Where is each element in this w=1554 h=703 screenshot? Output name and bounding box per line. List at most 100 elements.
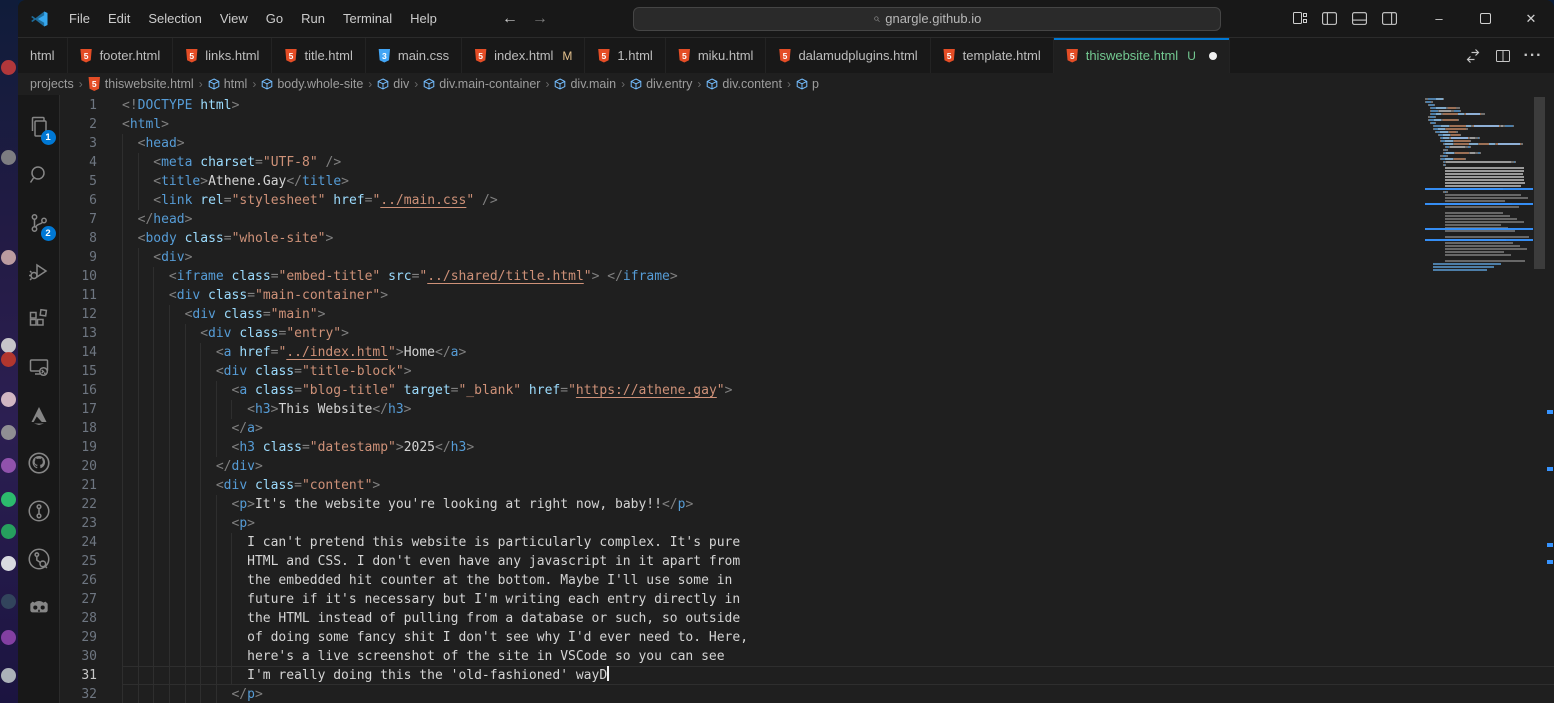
menu-help[interactable]: Help: [401, 7, 446, 30]
line-number[interactable]: 9: [60, 248, 122, 267]
line-number[interactable]: 4: [60, 153, 122, 172]
code-editor[interactable]: 1<!DOCTYPE html>2<html>3<head>4<meta cha…: [60, 95, 1554, 703]
source-control-button[interactable]: 2: [18, 199, 60, 247]
code-line-content[interactable]: future if it's necessary but I'm writing…: [122, 590, 1554, 609]
open-changes-icon[interactable]: [1460, 43, 1486, 69]
tab-1.html[interactable]: 51.html: [585, 38, 665, 73]
code-line-content[interactable]: <div class="content">: [122, 476, 1554, 495]
code-line-content[interactable]: <h3 class="datestamp">2025</h3>: [122, 438, 1554, 457]
run-debug-button[interactable]: [18, 247, 60, 295]
code-line-content[interactable]: of doing some fancy shit I don't see why…: [122, 628, 1554, 647]
menu-file[interactable]: File: [60, 7, 99, 30]
line-number[interactable]: 10: [60, 267, 122, 286]
line-number[interactable]: 2: [60, 115, 122, 134]
line-number[interactable]: 26: [60, 571, 122, 590]
code-line-content[interactable]: <div>: [122, 248, 1554, 267]
code-line-content[interactable]: <a class="blog-title" target="_blank" hr…: [122, 381, 1554, 400]
line-number[interactable]: 12: [60, 305, 122, 324]
line-number[interactable]: 32: [60, 685, 122, 703]
line-number[interactable]: 14: [60, 343, 122, 362]
remote-explorer-button[interactable]: [18, 343, 60, 391]
line-number[interactable]: 21: [60, 476, 122, 495]
breadcrumb-item-div.entry[interactable]: div.entry: [628, 77, 694, 91]
tab-title.html[interactable]: 5title.html: [272, 38, 365, 73]
close-button[interactable]: ✕: [1508, 0, 1554, 38]
line-number[interactable]: 17: [60, 400, 122, 419]
breadcrumb-item-p[interactable]: p: [794, 77, 821, 91]
tab-main.css[interactable]: 3main.css: [366, 38, 462, 73]
line-number[interactable]: 1: [60, 96, 122, 115]
line-number[interactable]: 6: [60, 191, 122, 210]
line-number[interactable]: 20: [60, 457, 122, 476]
code-line-content[interactable]: <p>: [122, 514, 1554, 533]
toggle-panel-icon[interactable]: [1351, 10, 1368, 27]
code-line-content[interactable]: I'm really doing this the 'old-fashioned…: [122, 666, 1554, 685]
toggle-secondary-sidebar-icon[interactable]: [1381, 10, 1398, 27]
tab-dalamudplugins.html[interactable]: 5dalamudplugins.html: [766, 38, 930, 73]
line-number[interactable]: 11: [60, 286, 122, 305]
line-number[interactable]: 15: [60, 362, 122, 381]
line-number[interactable]: 19: [60, 438, 122, 457]
code-line-content[interactable]: <meta charset="UTF-8" />: [122, 153, 1554, 172]
tab-links.html[interactable]: 5links.html: [173, 38, 272, 73]
menu-terminal[interactable]: Terminal: [334, 7, 401, 30]
code-line-content[interactable]: <html>: [122, 115, 1554, 134]
github-button[interactable]: [18, 439, 60, 487]
more-actions-icon[interactable]: ···: [1520, 43, 1546, 69]
command-center-search[interactable]: ⌕ gnargle.github.io: [633, 7, 1221, 31]
breadcrumb-item-div.content[interactable]: div.content: [704, 77, 784, 91]
code-line-content[interactable]: </head>: [122, 210, 1554, 229]
line-number[interactable]: 8: [60, 229, 122, 248]
code-line-content[interactable]: <div class="main-container">: [122, 286, 1554, 305]
line-number[interactable]: 23: [60, 514, 122, 533]
code-line-content[interactable]: <!DOCTYPE html>: [122, 96, 1554, 115]
line-number[interactable]: 3: [60, 134, 122, 153]
code-line-content[interactable]: <body class="whole-site">: [122, 229, 1554, 248]
code-line-content[interactable]: HTML and CSS. I don't even have any java…: [122, 552, 1554, 571]
code-line-content[interactable]: the embedded hit counter at the bottom. …: [122, 571, 1554, 590]
code-line-content[interactable]: <link rel="stylesheet" href="../main.css…: [122, 191, 1554, 210]
breadcrumb-item-html[interactable]: html: [206, 77, 250, 91]
code-line-content[interactable]: </div>: [122, 457, 1554, 476]
code-line-content[interactable]: <p>It's the website you're looking at ri…: [122, 495, 1554, 514]
line-number[interactable]: 25: [60, 552, 122, 571]
customize-layout-icon[interactable]: [1292, 10, 1308, 27]
search-view-button[interactable]: [18, 151, 60, 199]
line-number[interactable]: 27: [60, 590, 122, 609]
code-line-content[interactable]: <div class="title-block">: [122, 362, 1554, 381]
breadcrumb-item-div.main[interactable]: div.main: [552, 77, 618, 91]
code-line-content[interactable]: <title>Athene.Gay</title>: [122, 172, 1554, 191]
line-number[interactable]: 16: [60, 381, 122, 400]
code-line-content[interactable]: <h3>This Website</h3>: [122, 400, 1554, 419]
line-number[interactable]: 5: [60, 172, 122, 191]
code-line-content[interactable]: <head>: [122, 134, 1554, 153]
nav-forward-button[interactable]: →: [532, 10, 548, 28]
code-line-content[interactable]: <a href="../index.html">Home</a>: [122, 343, 1554, 362]
extensions-button[interactable]: [18, 295, 60, 343]
code-line-content[interactable]: </a>: [122, 419, 1554, 438]
tab-html[interactable]: html: [18, 38, 68, 73]
minimap[interactable]: [1425, 97, 1533, 697]
godot-tools-button[interactable]: [18, 583, 60, 631]
menu-edit[interactable]: Edit: [99, 7, 139, 30]
maximize-button[interactable]: [1462, 0, 1508, 38]
line-number[interactable]: 31: [60, 666, 122, 685]
line-number[interactable]: 28: [60, 609, 122, 628]
line-number[interactable]: 24: [60, 533, 122, 552]
breadcrumb-item-thiswebsite.html[interactable]: 5thiswebsite.html: [86, 77, 196, 91]
azure-button[interactable]: [18, 391, 60, 439]
menu-run[interactable]: Run: [292, 7, 334, 30]
split-editor-icon[interactable]: [1490, 43, 1516, 69]
scrollbar-thumb[interactable]: [1534, 97, 1545, 269]
line-number[interactable]: 18: [60, 419, 122, 438]
tab-thiswebsite.html[interactable]: 5thiswebsite.htmlU: [1054, 38, 1230, 73]
dirty-indicator[interactable]: [1209, 52, 1217, 60]
tab-template.html[interactable]: 5template.html: [931, 38, 1054, 73]
tab-index.html[interactable]: 5index.htmlM: [462, 38, 585, 73]
commit-graph-button[interactable]: [18, 535, 60, 583]
breadcrumb-item-div[interactable]: div: [375, 77, 411, 91]
menu-go[interactable]: Go: [257, 7, 292, 30]
breadcrumb-item-div.main-container[interactable]: div.main-container: [421, 77, 542, 91]
code-line-content[interactable]: the HTML instead of pulling from a datab…: [122, 609, 1554, 628]
code-line-content[interactable]: <div class="entry">: [122, 324, 1554, 343]
